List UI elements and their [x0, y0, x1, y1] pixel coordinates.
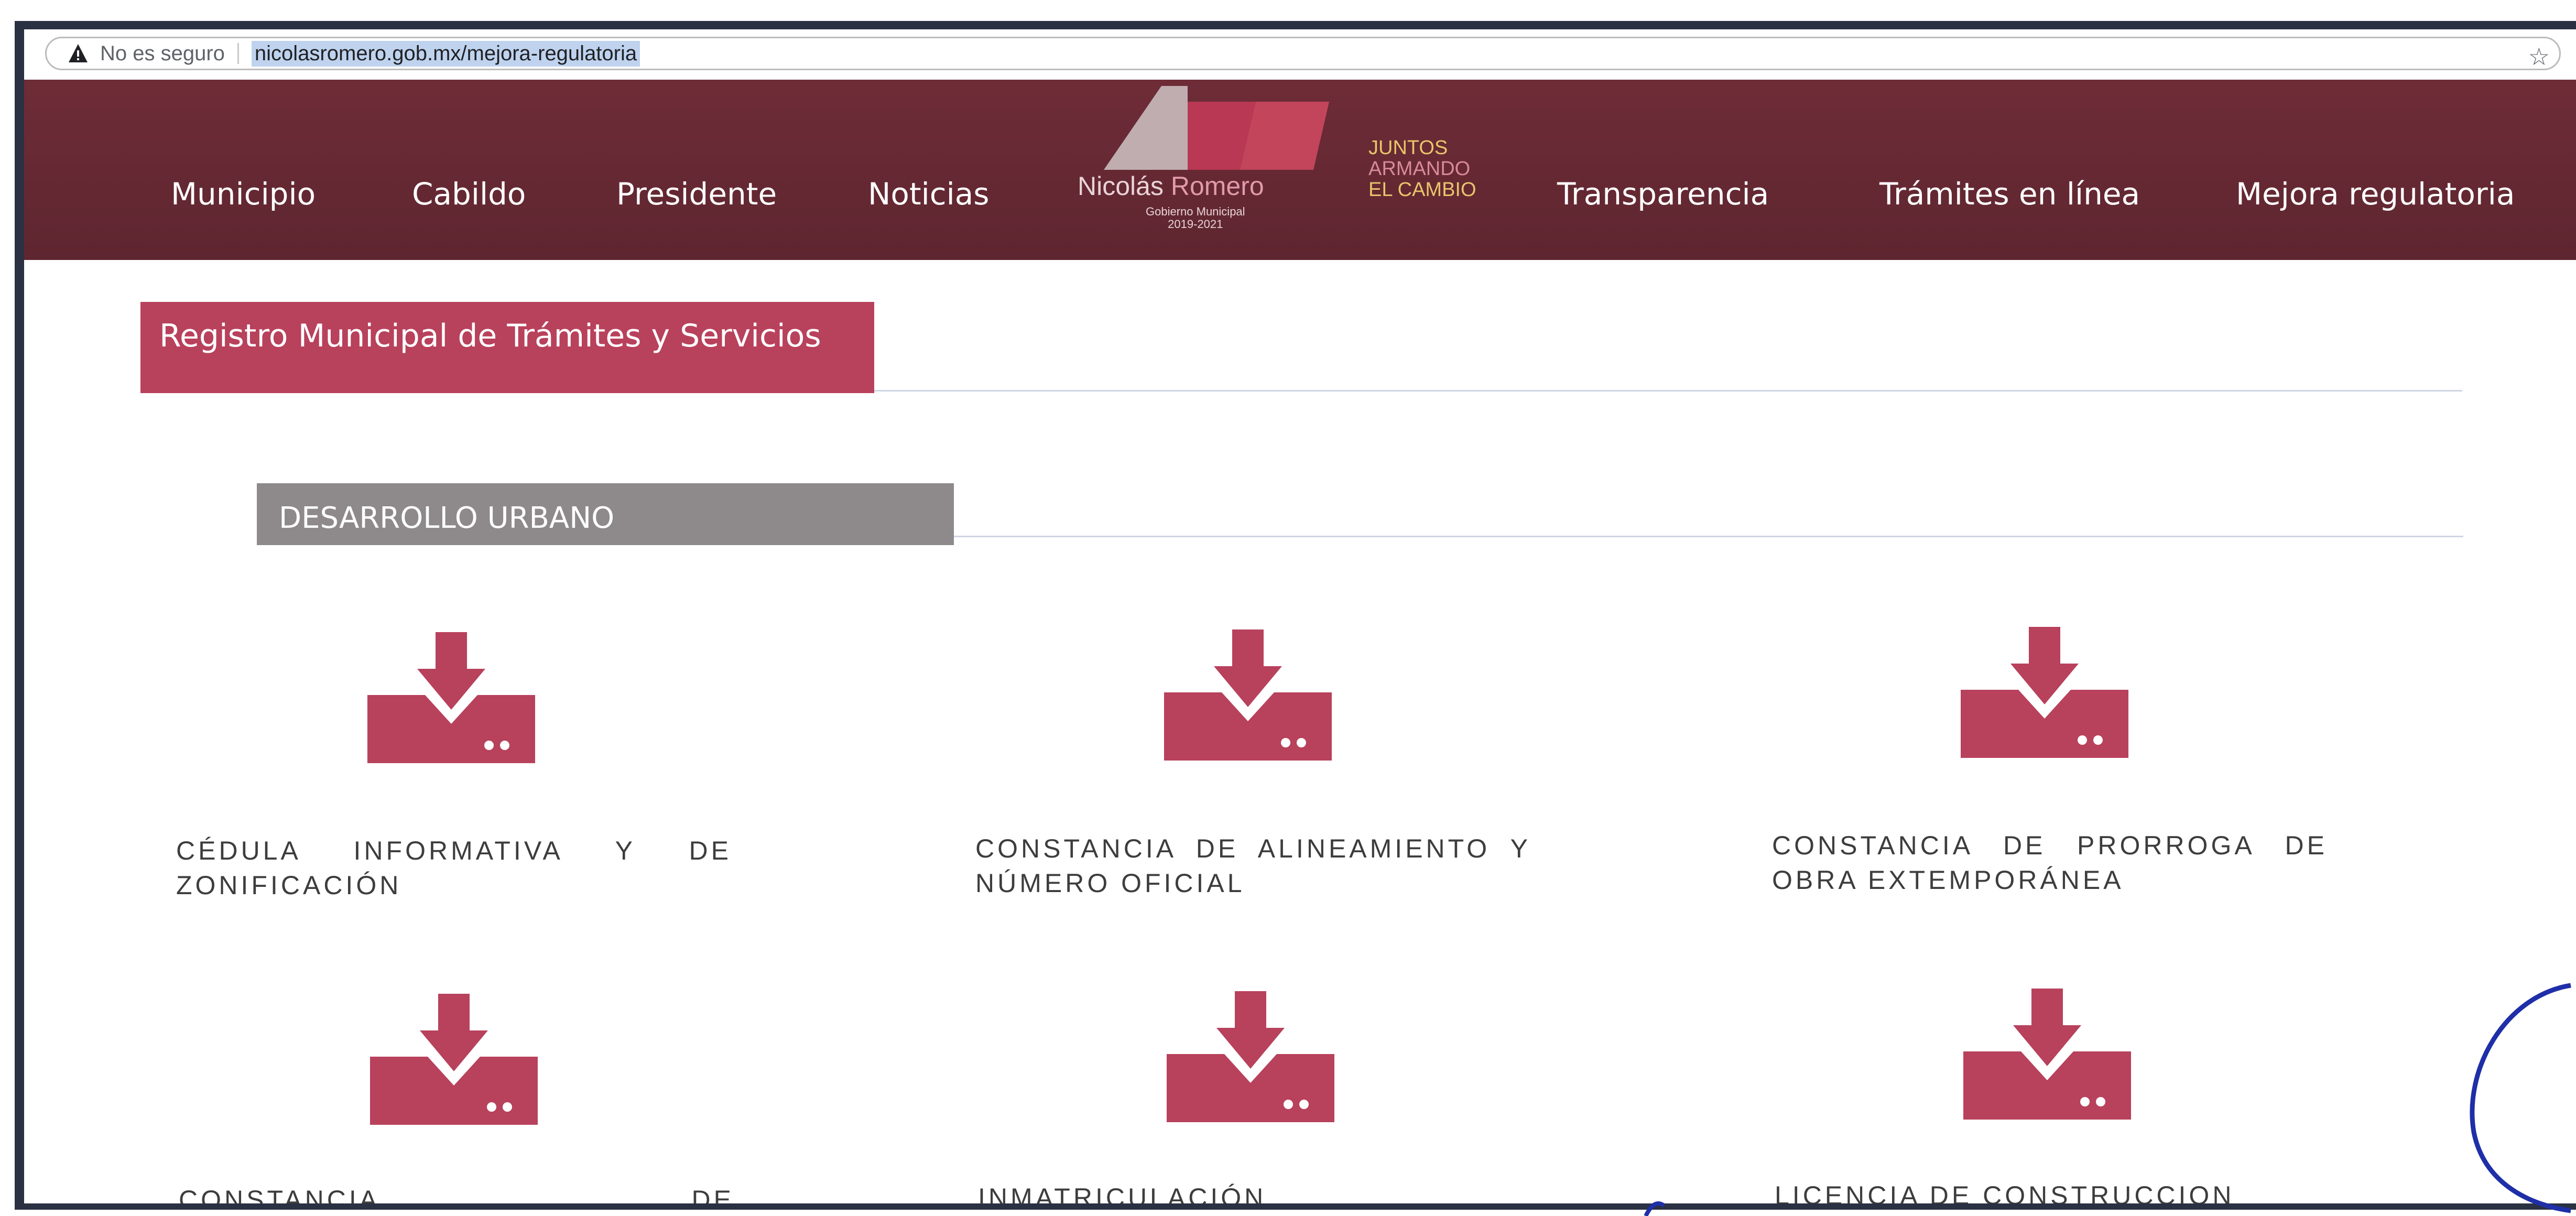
tile-label[interactable]: INMATRICULACIÓN [978, 1180, 1534, 1203]
slogan-line2: ARMANDO [1368, 158, 1471, 180]
slogan-line3: EL CAMBIO [1368, 179, 1476, 201]
download-icon[interactable] [1164, 629, 1332, 761]
nav-noticias[interactable]: Noticias [868, 176, 990, 212]
logo-name: Nicolás Romero [1078, 171, 1264, 201]
download-icon[interactable] [370, 994, 538, 1125]
omnibox[interactable]: No es seguro nicolasromero.gob.mx/mejora… [45, 37, 2561, 70]
site-header: Municipio Cabildo Presidente Noticias Ni… [24, 80, 2576, 260]
logo-subtitle: Gobierno Municipal 2019-2021 [1146, 205, 1245, 231]
warning-icon[interactable] [68, 43, 89, 64]
nav-presidente[interactable]: Presidente [616, 176, 777, 212]
slogan-line1: JUNTOS [1368, 137, 1448, 159]
url-text[interactable]: nicolasromero.gob.mx/mejora-regulatoria [251, 40, 640, 67]
nav-tramites-en-linea[interactable]: Trámites en línea [1879, 176, 2140, 212]
slogan: JUNTOS ARMANDO EL CAMBIO [1368, 137, 1476, 200]
download-icon[interactable] [1961, 627, 2128, 758]
logo-sub-line2: 2019-2021 [1168, 218, 1223, 231]
tile-label[interactable]: CÉDULA INFORMATIVA Y DE ZONIFICACIÓN [176, 833, 732, 903]
category-title: DESARROLLO URBANO [257, 483, 954, 545]
tile-label[interactable]: CONSTANCIA DE ALINEAMIENTO Y NÚMERO OFIC… [975, 831, 1531, 900]
tile-label[interactable]: LICENCIA DE CONSTRUCCION [1775, 1178, 2330, 1203]
municipality-logo-icon[interactable] [1083, 86, 1355, 170]
section-title: Registro Municipal de Trámites y Servici… [140, 302, 874, 393]
download-icon[interactable] [1963, 989, 2131, 1120]
browser-window: No es seguro nicolasromero.gob.mx/mejora… [15, 21, 2576, 1210]
logo-sub-line1: Gobierno Municipal [1146, 205, 1245, 218]
divider [954, 536, 2463, 537]
tile-label[interactable]: CONSTANCIA DE PRORROGA DE OBRA EXTEMPORÁ… [1772, 828, 2328, 897]
nav-municipio[interactable]: Municipio [171, 176, 316, 212]
nav-cabildo[interactable]: Cabildo [412, 176, 526, 212]
logo-name-part1: Nicolás [1078, 171, 1164, 201]
star-icon[interactable]: ☆ [2528, 42, 2550, 71]
divider [874, 390, 2462, 392]
nav-transparencia[interactable]: Transparencia [1557, 176, 1769, 212]
security-status-text[interactable]: No es seguro [100, 42, 225, 66]
nav-mejora-regulatoria[interactable]: Mejora regulatoria [2236, 176, 2515, 212]
divider [237, 43, 239, 64]
tile-label[interactable]: CONSTANCIA DE [179, 1182, 734, 1203]
logo-name-part2: Romero [1170, 171, 1264, 201]
download-icon[interactable] [1167, 991, 1334, 1122]
download-icon[interactable] [367, 632, 535, 763]
address-bar: No es seguro nicolasromero.gob.mx/mejora… [24, 29, 2576, 81]
